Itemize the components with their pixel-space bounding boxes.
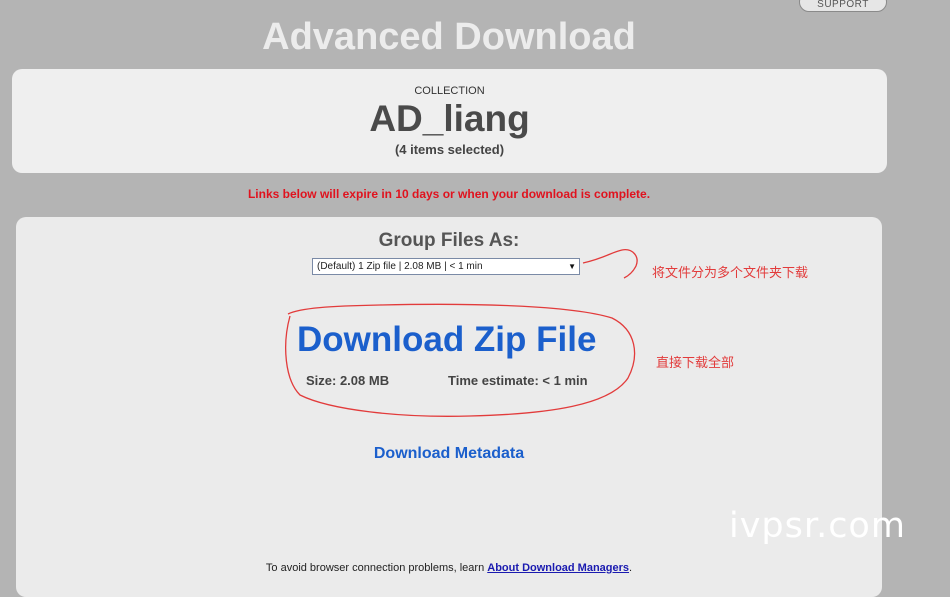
group-files-selected-value: (Default) 1 Zip file | 2.08 MB | < 1 min <box>317 261 483 272</box>
items-selected-count: (4 items selected) <box>394 142 505 157</box>
watermark: ivpsr.com <box>729 506 906 546</box>
download-metadata-link[interactable]: Download Metadata <box>16 445 882 463</box>
footer-note-text: To avoid browser connection problems, le… <box>265 562 488 574</box>
collection-label: COLLECTION <box>414 85 485 97</box>
page-title: Advanced Download <box>262 16 636 58</box>
zip-size: Size: 2.08 MB <box>306 373 390 388</box>
annotation-direct-note: 直接下载全部 <box>656 356 735 371</box>
download-zip-link[interactable]: Download Zip File <box>297 320 596 360</box>
dropdown-arrow-icon: ▼ <box>568 262 576 271</box>
group-files-select[interactable]: (Default) 1 Zip file | 2.08 MB | < 1 min… <box>312 258 580 275</box>
download-managers-link[interactable]: About Download Managers <box>487 562 629 574</box>
zip-time-estimate: Time estimate: < 1 min <box>448 373 588 388</box>
collection-name: AD_liang <box>369 98 530 139</box>
expire-notice: Links below will expire in 10 days or wh… <box>247 187 651 201</box>
footer-note: To avoid browser connection problems, le… <box>16 562 882 574</box>
footer-note-suffix: . <box>629 562 633 574</box>
group-files-heading: Group Files As: <box>378 230 520 251</box>
annotation-split-note: 将文件分为多个文件夹下载 <box>652 266 809 281</box>
collection-panel: COLLECTION AD_liang (4 items selected) <box>12 69 887 173</box>
support-button[interactable]: SUPPORT <box>799 0 887 12</box>
